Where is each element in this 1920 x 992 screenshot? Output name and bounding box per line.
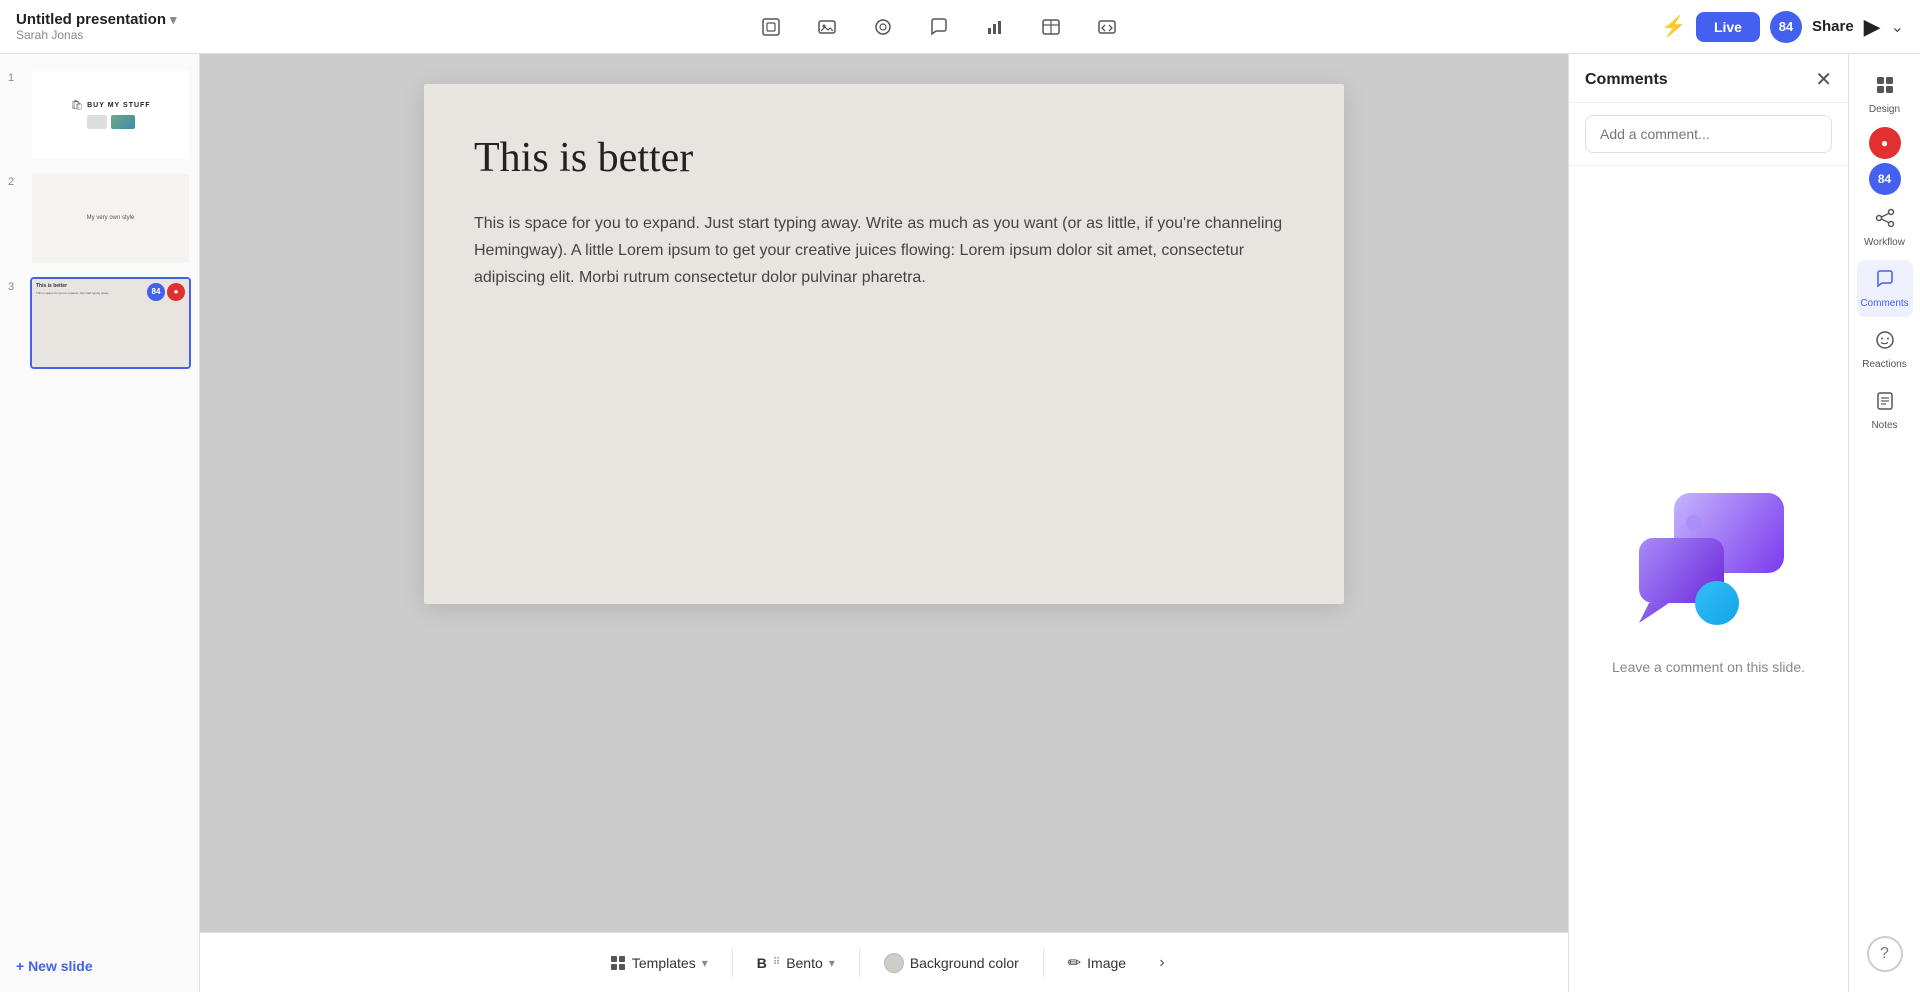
canvas-area[interactable]: This is better This is space for you to …: [200, 54, 1568, 992]
circle-tool-icon[interactable]: [865, 9, 901, 45]
badge-blue: 84: [147, 283, 165, 301]
bento-b-icon: B: [757, 955, 767, 971]
share-button[interactable]: Share: [1812, 18, 1854, 35]
slide3-badges: 84 ●: [147, 283, 185, 301]
toolbar: [228, 9, 1649, 45]
comment-empty-state: Leave a comment on this slide.: [1569, 166, 1848, 992]
image-button[interactable]: ✏ Image: [1048, 945, 1146, 981]
topbar-right: ⚡ Live 84 Share ▶ ⌄: [1661, 11, 1904, 43]
slide-thumbnail-1[interactable]: 🛍 BUY MY STUFF: [30, 68, 191, 160]
slide2-text: My very own style: [85, 213, 137, 223]
slide-thumbnail-3[interactable]: This is better This is space for you to …: [30, 277, 191, 369]
frame-tool-icon[interactable]: [753, 9, 789, 45]
workflow-label: Workflow: [1864, 237, 1905, 248]
presentation-title[interactable]: Untitled presentation ▾: [16, 11, 216, 28]
comment-input[interactable]: [1585, 115, 1832, 153]
lightning-icon[interactable]: ⚡: [1661, 14, 1686, 39]
bg-color-label: Background color: [910, 955, 1019, 971]
reactions-button[interactable]: Reactions: [1857, 321, 1913, 378]
slide-body: This is space for you to expand. Just st…: [474, 210, 1294, 292]
comments-panel: Comments ✕: [1568, 54, 1848, 992]
user-avatar[interactable]: 84: [1770, 11, 1802, 43]
pen-icon: ✏: [1068, 953, 1081, 973]
workflow-icon: [1874, 207, 1896, 233]
image-label: Image: [1087, 955, 1126, 971]
comments-sidebar-icon: [1874, 268, 1896, 294]
design-button[interactable]: Design: [1857, 66, 1913, 123]
slide-title: This is better: [474, 134, 1294, 182]
templates-label: Templates: [632, 955, 696, 971]
reactions-icon: [1874, 329, 1896, 355]
badge-red: ●: [167, 283, 185, 301]
comment-illustration: [1619, 483, 1799, 643]
bg-color-circle: [884, 953, 904, 973]
comments-sidebar-label: Comments: [1860, 298, 1908, 309]
design-icon: [1874, 74, 1896, 100]
bar-chart-tool-icon[interactable]: [977, 9, 1013, 45]
slide-item-1[interactable]: 1 🛍 BUY MY STUFF: [0, 62, 199, 166]
new-slide-button[interactable]: + New slide: [0, 948, 199, 984]
close-comments-button[interactable]: ✕: [1815, 70, 1832, 90]
slide-thumbnail-2[interactable]: My very own style: [30, 172, 191, 264]
bottom-bar-wrapper: Templates ▾ B ⠿ Bento ▾ Background color: [200, 932, 1568, 992]
notes-label: Notes: [1871, 420, 1897, 431]
right-sidebar: Design ● 84 Workflow Comments: [1848, 54, 1920, 992]
reactions-label: Reactions: [1862, 359, 1906, 370]
slide-number-2: 2: [8, 172, 22, 188]
bento-dots-icon: ⠿: [773, 957, 780, 968]
title-chevron[interactable]: ▾: [170, 12, 177, 28]
slide-canvas[interactable]: This is better This is space for you to …: [424, 84, 1344, 604]
embed-tool-icon[interactable]: [1089, 9, 1125, 45]
comment-tool-icon[interactable]: [921, 9, 957, 45]
image-tool-icon[interactable]: [809, 9, 845, 45]
bottom-divider-1: [732, 949, 733, 977]
templates-chevron: ▾: [702, 956, 708, 970]
slide-number-1: 1: [8, 68, 22, 84]
user-avatar-blue[interactable]: 84: [1869, 163, 1901, 195]
bento-label: Bento: [786, 955, 823, 971]
templates-button[interactable]: Templates ▾: [590, 947, 728, 979]
workflow-button[interactable]: Workflow: [1857, 199, 1913, 256]
play-button[interactable]: ▶: [1864, 14, 1881, 40]
help-button[interactable]: ?: [1867, 936, 1903, 972]
notes-icon: [1874, 390, 1896, 416]
topbar-left: Untitled presentation ▾ Sarah Jonas: [16, 11, 216, 42]
play-options-chevron[interactable]: ⌄: [1891, 17, 1904, 37]
bottom-bar: Templates ▾ B ⠿ Bento ▾ Background color: [200, 932, 1568, 992]
comment-empty-text: Leave a comment on this slide.: [1612, 659, 1805, 675]
notes-button[interactable]: Notes: [1857, 382, 1913, 439]
bg-color-button[interactable]: Background color: [864, 945, 1039, 981]
comment-input-area: [1569, 103, 1848, 166]
slide-item-2[interactable]: 2 My very own style: [0, 166, 199, 270]
design-label: Design: [1869, 104, 1900, 115]
bottom-divider-2: [859, 949, 860, 977]
main-area: 1 🛍 BUY MY STUFF: [0, 54, 1920, 992]
bottom-divider-3: [1043, 949, 1044, 977]
more-options-button[interactable]: ›: [1146, 947, 1178, 979]
comments-title: Comments: [1585, 71, 1668, 89]
bento-button[interactable]: B ⠿ Bento ▾: [737, 947, 855, 979]
slide-panel: 1 🛍 BUY MY STUFF: [0, 54, 200, 992]
author-name: Sarah Jonas: [16, 28, 216, 42]
avatar-blue-label: 84: [1878, 172, 1891, 186]
bento-chevron: ▾: [829, 956, 835, 970]
live-button[interactable]: Live: [1696, 12, 1760, 42]
comments-sidebar-button[interactable]: Comments: [1857, 260, 1913, 317]
slide1-title-text: BUY MY STUFF: [87, 102, 150, 109]
title-text: Untitled presentation: [16, 11, 166, 28]
slide-number-3: 3: [8, 277, 22, 293]
avatar-red-label: ●: [1881, 136, 1888, 150]
topbar: Untitled presentation ▾ Sarah Jonas ⚡ Li…: [0, 0, 1920, 54]
chevron-right-icon: ›: [1159, 954, 1164, 972]
slide-item-3[interactable]: 3 This is better This is space for you t…: [0, 271, 199, 375]
comments-header: Comments ✕: [1569, 54, 1848, 103]
table-tool-icon[interactable]: [1033, 9, 1069, 45]
user-avatar-red[interactable]: ●: [1869, 127, 1901, 159]
